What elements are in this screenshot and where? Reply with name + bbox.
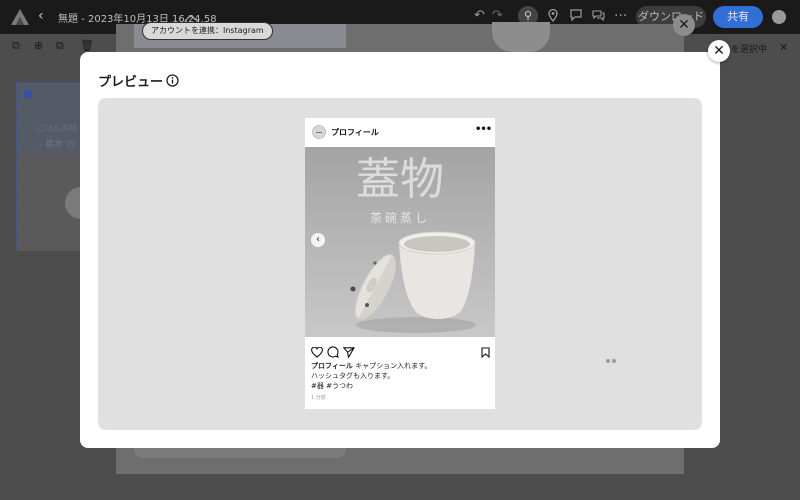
close-icon[interactable]: ✕ bbox=[779, 41, 788, 54]
post-image: 蓋物 茶碗蒸し ‹ bbox=[305, 147, 495, 337]
post-time: 1 分前 bbox=[311, 395, 326, 401]
redo-icon[interactable]: ↷ bbox=[492, 9, 503, 23]
post-actions bbox=[311, 343, 490, 359]
add-icon[interactable]: ⊕ bbox=[34, 40, 43, 52]
lidded-bowl-photo bbox=[350, 231, 476, 333]
comment-icon[interactable] bbox=[327, 343, 339, 362]
post-headline: 蓋物 bbox=[356, 154, 444, 205]
user-avatar[interactable] bbox=[772, 10, 786, 24]
share-button[interactable]: 共有 bbox=[713, 6, 763, 28]
location-pin-icon[interactable] bbox=[548, 9, 558, 22]
caption-hashtags: #器 #うつわ bbox=[311, 382, 353, 390]
add-page-icon[interactable]: ⧉ bbox=[56, 40, 64, 52]
delete-icon[interactable]: 🗑 bbox=[80, 40, 94, 52]
back-button[interactable]: ‹ bbox=[38, 8, 44, 24]
send-icon[interactable] bbox=[342, 343, 355, 362]
profile-avatar bbox=[312, 125, 326, 139]
duplicate-icon[interactable]: ⧉ bbox=[12, 40, 20, 52]
post-caption: プロフィール キャプション入れます。 ハッシュタグも入ります。 #器 #うつわ bbox=[311, 361, 491, 391]
connect-account-button[interactable]: アカウントを連携：Instagram bbox=[142, 22, 273, 40]
preview-area: プロフィール ••• 蓋物 茶碗蒸し ‹ プロフィール キャプション入れます。 … bbox=[98, 98, 702, 430]
more-options-icon[interactable]: ··· bbox=[614, 9, 627, 23]
app-logo-icon[interactable] bbox=[10, 8, 30, 26]
caption-username: プロフィール bbox=[311, 362, 353, 370]
chat-icon[interactable] bbox=[592, 9, 605, 21]
undo-icon[interactable]: ↶ bbox=[474, 9, 485, 23]
carousel-prev-button[interactable]: ‹ bbox=[311, 233, 325, 247]
carousel-pager[interactable] bbox=[606, 348, 620, 363]
post-username: プロフィール bbox=[331, 128, 379, 137]
bookmark-icon[interactable] bbox=[481, 343, 490, 362]
close-icon[interactable]: ✕ bbox=[708, 40, 730, 62]
comment-icon[interactable] bbox=[570, 9, 582, 21]
dish-image bbox=[492, 22, 550, 52]
post-subtitle: 茶碗蒸し bbox=[369, 211, 430, 225]
modal-title: プレビュー bbox=[98, 75, 164, 90]
more-options-icon[interactable]: ••• bbox=[475, 124, 492, 135]
preview-modal: プレビュー プロフィール ••• 蓋物 茶碗蒸し ‹ プロフィール キャプション… bbox=[80, 52, 720, 448]
panel-close-icon[interactable]: ✕ bbox=[673, 14, 695, 36]
instagram-post-preview: プロフィール ••• 蓋物 茶碗蒸し ‹ プロフィール キャプション入れます。 … bbox=[305, 118, 495, 409]
heart-icon[interactable] bbox=[311, 343, 323, 362]
info-icon[interactable] bbox=[166, 72, 179, 87]
caption-text: キャプション入れます。 bbox=[355, 362, 432, 370]
checkbox-checked-icon[interactable] bbox=[24, 90, 32, 98]
caption-line-2: ハッシュタグも入ります。 bbox=[311, 372, 395, 380]
